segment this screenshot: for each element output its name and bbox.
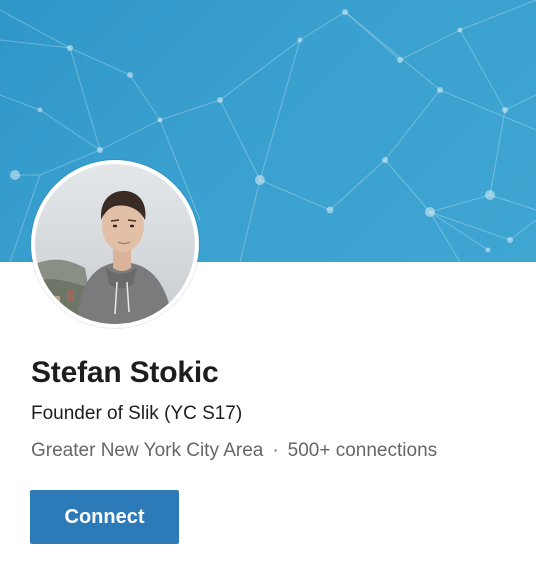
connections-count[interactable]: 500+ connections — [288, 440, 437, 461]
profile-photo-icon — [35, 164, 195, 324]
meta-separator: · — [272, 440, 279, 461]
profile-location: Greater New York City Area — [31, 440, 264, 461]
profile-card: Stefan Stokic Founder of Slik (YC S17) G… — [0, 0, 536, 572]
profile-headline: Founder of Slik (YC S17) — [31, 403, 243, 424]
avatar[interactable] — [31, 160, 199, 328]
connect-button[interactable]: Connect — [30, 490, 179, 544]
profile-meta: Greater New York City Area · 500+ connecti… — [31, 440, 437, 462]
profile-photo — [35, 164, 195, 324]
profile-name: Stefan Stokic — [31, 356, 219, 389]
